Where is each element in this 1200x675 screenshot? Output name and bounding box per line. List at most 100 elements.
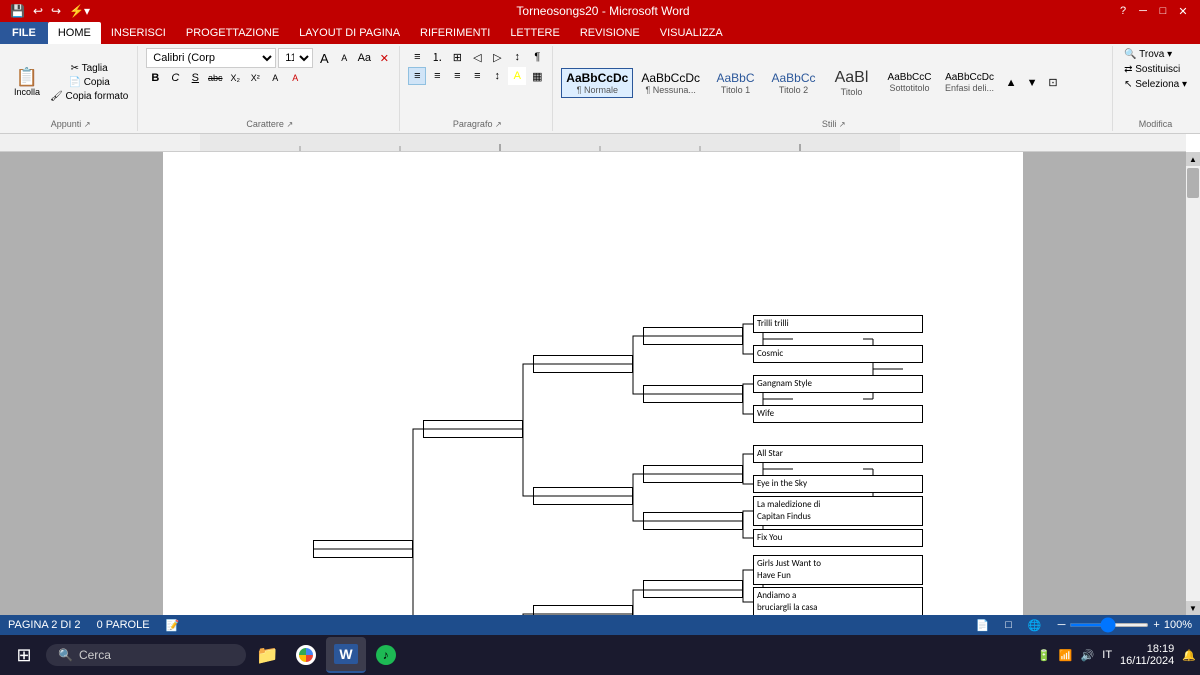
style-nessuna[interactable]: AaBbCcDc ¶ Nessuna... bbox=[636, 68, 705, 98]
multilevel-list-button[interactable]: ⊞ bbox=[448, 48, 466, 66]
tab-visualizza[interactable]: VISUALIZZA bbox=[650, 22, 733, 44]
taskbar-word[interactable]: W bbox=[326, 637, 365, 673]
scroll-thumb[interactable] bbox=[1187, 168, 1199, 198]
r3-match-3 bbox=[533, 605, 633, 615]
bold-button[interactable]: B bbox=[146, 69, 164, 87]
zoom-level[interactable]: 100% bbox=[1164, 619, 1192, 631]
increase-indent-button[interactable]: ▷ bbox=[488, 48, 506, 66]
taskbar-search-box[interactable]: 🔍 Cerca bbox=[46, 644, 246, 666]
undo-icon[interactable]: ↩ bbox=[31, 3, 45, 19]
quick-access-menu-icon[interactable]: ⚡▾ bbox=[67, 3, 92, 19]
align-right-button[interactable]: ≡ bbox=[448, 67, 466, 85]
ruler bbox=[0, 134, 1186, 152]
subscript-button[interactable]: X₂ bbox=[226, 69, 244, 87]
date-display: 16/11/2024 bbox=[1120, 655, 1174, 667]
read-mode-icon[interactable]: 📄 bbox=[976, 619, 990, 632]
scroll-down-arrow[interactable]: ▼ bbox=[1186, 601, 1200, 615]
style-titolo-label: Titolo bbox=[841, 87, 863, 97]
proofing-icon[interactable]: 📝 bbox=[166, 619, 180, 632]
align-left-button[interactable]: ≡ bbox=[408, 67, 426, 85]
font-size-select[interactable]: 11 bbox=[278, 48, 313, 68]
styles-scroll-up[interactable]: ▲ bbox=[1002, 74, 1020, 92]
underline-button[interactable]: S bbox=[186, 69, 204, 87]
decrease-indent-button[interactable]: ◁ bbox=[468, 48, 486, 66]
tab-home[interactable]: HOME bbox=[48, 22, 101, 44]
sostituisci-button[interactable]: ⇄ Sostituisci bbox=[1121, 63, 1183, 76]
superscript-button[interactable]: X² bbox=[246, 69, 264, 87]
font-name-select[interactable]: Calibri (Corp bbox=[146, 48, 276, 68]
justify-button[interactable]: ≡ bbox=[468, 67, 486, 85]
tab-progettazione[interactable]: PROGETTAZIONE bbox=[176, 22, 289, 44]
clock-display[interactable]: 18:19 16/11/2024 bbox=[1120, 643, 1174, 667]
shading-button[interactable]: A bbox=[508, 67, 526, 85]
zoom-slider[interactable] bbox=[1069, 623, 1149, 627]
style-titolo1[interactable]: AaBbC Titolo 1 bbox=[708, 68, 763, 98]
zoom-increase[interactable]: + bbox=[1153, 619, 1159, 631]
seleziona-button[interactable]: ↖ Seleziona ▾ bbox=[1121, 78, 1190, 91]
tab-revisione[interactable]: REVISIONE bbox=[570, 22, 650, 44]
bullet-list-button[interactable]: ≡ bbox=[408, 48, 426, 66]
clear-format-button[interactable]: ✕ bbox=[375, 49, 393, 67]
style-normale[interactable]: AaBbCcDc ¶ Normale bbox=[561, 68, 633, 98]
trova-button[interactable]: 🔍 Trova ▾ bbox=[1121, 48, 1175, 61]
font-shrink-button[interactable]: A bbox=[335, 49, 353, 67]
modifica-content: 🔍 Trova ▾ ⇄ Sostituisci ↖ Seleziona ▾ bbox=[1121, 48, 1190, 117]
zoom-decrease[interactable]: ─ bbox=[1058, 619, 1066, 631]
tab-lettere[interactable]: LETTERE bbox=[500, 22, 570, 44]
change-case-button[interactable]: Aa bbox=[355, 49, 373, 67]
incolla-button[interactable]: 📋 Incolla bbox=[10, 66, 44, 99]
line-spacing-button[interactable]: ↕ bbox=[488, 67, 506, 85]
style-titolo2[interactable]: AaBbCc Titolo 2 bbox=[766, 68, 821, 98]
right-scrollbar[interactable]: ▲ ▼ bbox=[1186, 152, 1200, 615]
minimize-icon[interactable]: ─ bbox=[1134, 5, 1152, 18]
tab-file[interactable]: FILE bbox=[0, 22, 48, 44]
song-box-7: La maledizione diCapitan Findus bbox=[753, 496, 923, 526]
notification-icon[interactable]: 🔔 bbox=[1182, 649, 1196, 662]
strikethrough-button[interactable]: abc bbox=[206, 69, 224, 87]
font-row-2: B C S abc X₂ X² A A bbox=[146, 69, 304, 87]
save-icon[interactable]: 💾 bbox=[8, 3, 27, 19]
sort-button[interactable]: ↕ bbox=[508, 48, 526, 66]
help-icon[interactable]: ? bbox=[1114, 5, 1132, 18]
quick-access-toolbar: 💾 ↩ ↪ ⚡▾ bbox=[8, 3, 92, 19]
show-marks-button[interactable]: ¶ bbox=[528, 48, 546, 66]
web-layout-icon[interactable]: 🌐 bbox=[1028, 619, 1042, 632]
styles-scroll-down[interactable]: ▼ bbox=[1023, 74, 1041, 92]
document-page[interactable]: Trilli trilli Cosmic Gangnam Style Wife … bbox=[163, 152, 1023, 615]
numbered-list-button[interactable]: ⒈ bbox=[428, 48, 446, 66]
maximize-icon[interactable]: □ bbox=[1154, 5, 1172, 18]
chrome-icon bbox=[296, 645, 316, 665]
taskbar-spotify[interactable]: ♪ bbox=[368, 637, 404, 673]
taskbar-file-explorer[interactable]: 📁 bbox=[248, 637, 286, 673]
text-highlight-button[interactable]: A bbox=[266, 69, 284, 87]
style-sottotitolo[interactable]: AaBbCcC Sottotitolo bbox=[882, 69, 937, 96]
font-grow-button[interactable]: A bbox=[315, 49, 333, 67]
statusbar: PAGINA 2 DI 2 0 PAROLE 📝 📄 □ 🌐 ─ + 100% bbox=[0, 615, 1200, 635]
scroll-up-arrow[interactable]: ▲ bbox=[1186, 152, 1200, 166]
italic-button[interactable]: C bbox=[166, 69, 184, 87]
style-titolo[interactable]: AaBl Titolo bbox=[824, 66, 879, 100]
copia-formato-button[interactable]: 🖌 Copia formato bbox=[47, 90, 131, 103]
print-layout-icon[interactable]: □ bbox=[1005, 619, 1012, 631]
close-icon[interactable]: ✕ bbox=[1174, 5, 1192, 18]
bracket-container: Trilli trilli Cosmic Gangnam Style Wife … bbox=[253, 172, 933, 615]
tab-layout[interactable]: LAYOUT DI PAGINA bbox=[289, 22, 410, 44]
style-sottotitolo-label: Sottotitolo bbox=[889, 83, 929, 93]
align-center-button[interactable]: ≡ bbox=[428, 67, 446, 85]
style-titolo-preview: AaBl bbox=[835, 69, 869, 87]
borders-button[interactable]: ▦ bbox=[528, 67, 546, 85]
page-count[interactable]: PAGINA 2 DI 2 bbox=[8, 619, 81, 631]
font-color-button[interactable]: A bbox=[286, 69, 304, 87]
copia-button[interactable]: 📄 Copia bbox=[47, 76, 131, 89]
style-enfasi[interactable]: AaBbCcDc Enfasi deli... bbox=[940, 69, 999, 96]
taskbar-chrome[interactable] bbox=[288, 637, 324, 673]
word-count[interactable]: 0 PAROLE bbox=[97, 619, 150, 631]
start-button[interactable]: ⊞ bbox=[4, 637, 44, 673]
taglia-button[interactable]: ✂ Taglia bbox=[47, 62, 131, 75]
styles-expand[interactable]: ⊡ bbox=[1044, 74, 1062, 92]
zoom-slider-area[interactable]: ─ + 100% bbox=[1058, 619, 1192, 631]
redo-icon[interactable]: ↪ bbox=[49, 3, 63, 19]
ruler-svg bbox=[100, 134, 1186, 152]
tab-riferimenti[interactable]: RIFERIMENTI bbox=[410, 22, 500, 44]
tab-inserisci[interactable]: INSERISCI bbox=[101, 22, 176, 44]
